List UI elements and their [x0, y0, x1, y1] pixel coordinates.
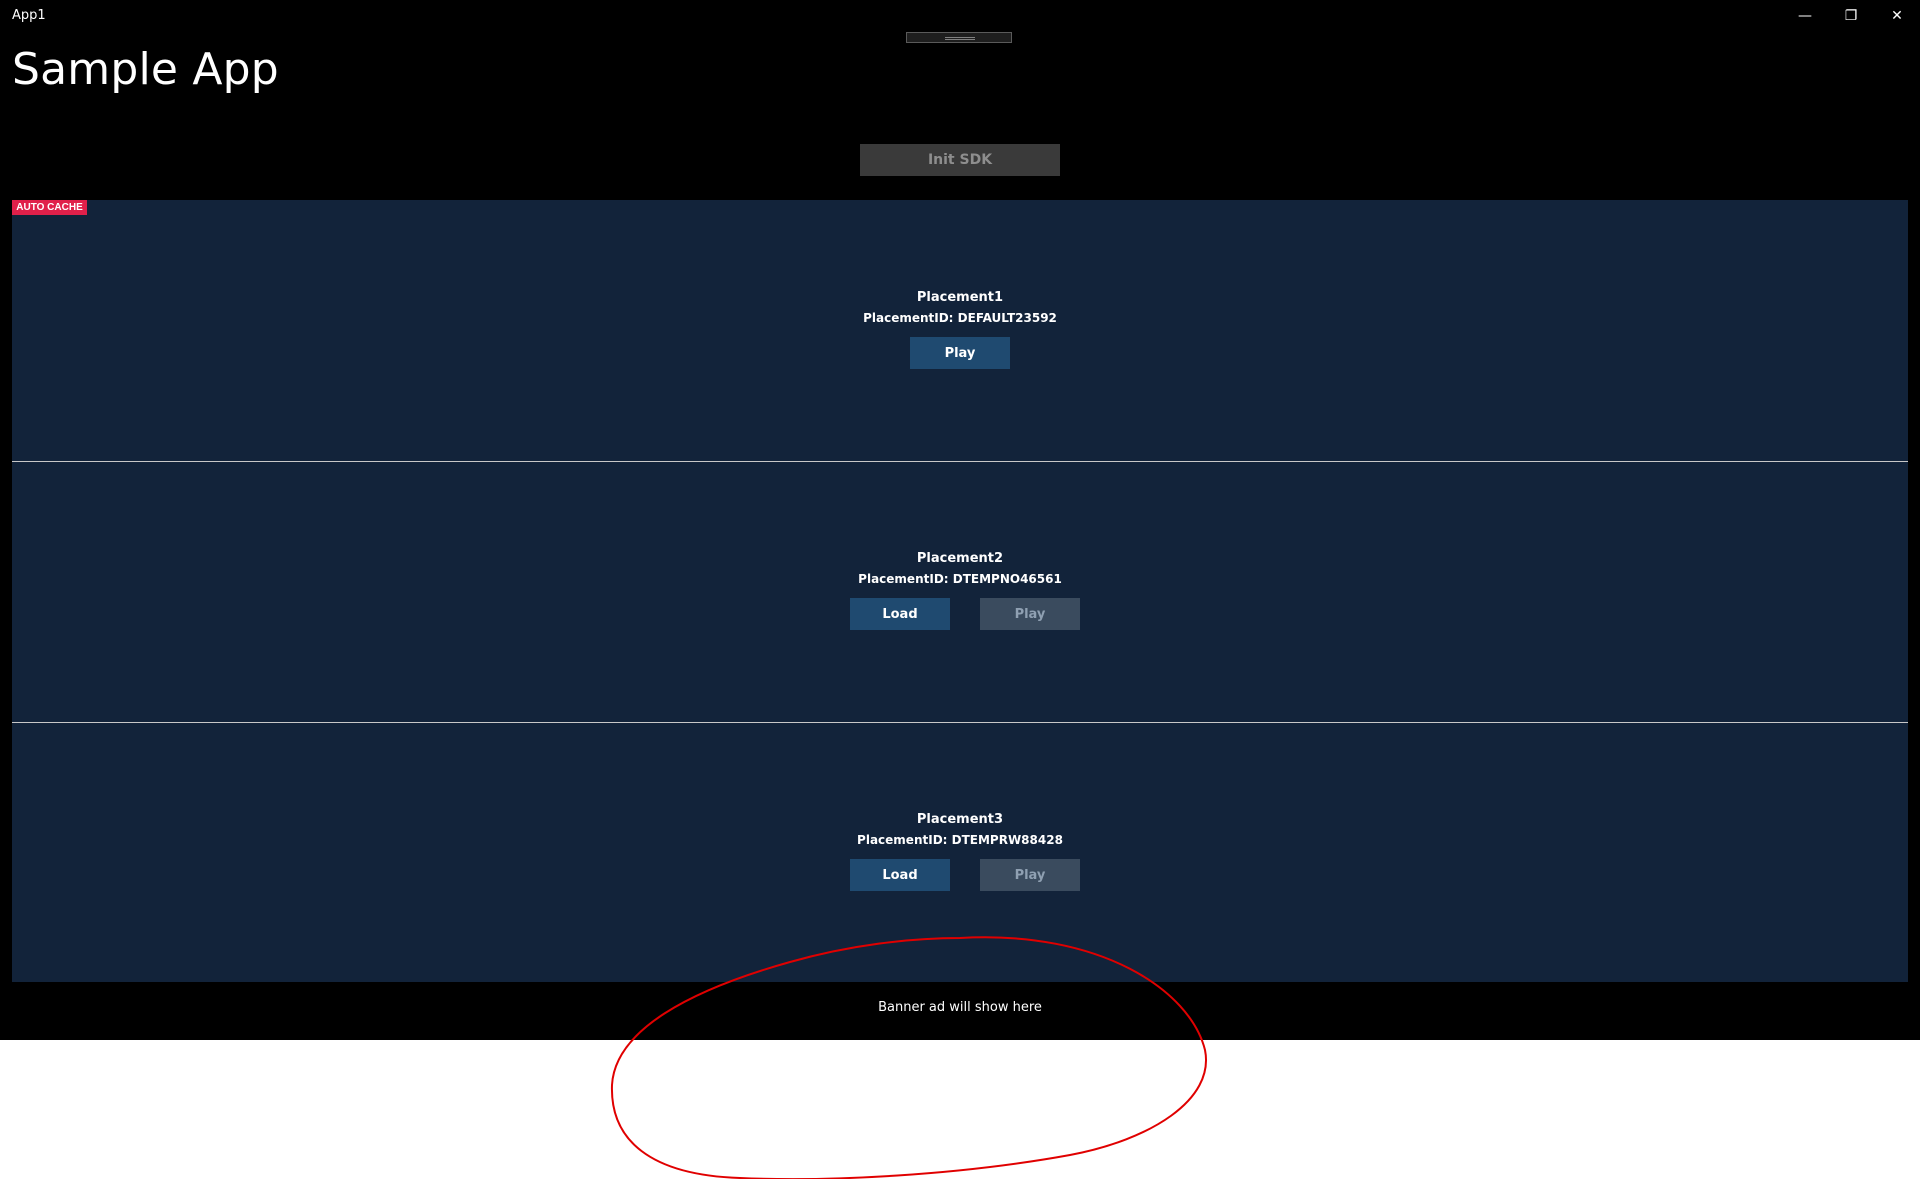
banner-placeholder-text: Banner ad will show here	[878, 1000, 1042, 1015]
play-button-disabled[interactable]: Play	[980, 598, 1080, 630]
restore-button[interactable]: ❐	[1828, 0, 1874, 32]
placement-section-2	[12, 462, 1908, 722]
placement-name: Placement1	[916, 290, 1004, 305]
minimize-button[interactable]: —	[1782, 0, 1828, 32]
page-title: Sample App	[12, 44, 279, 95]
placement-id: PlacementID: DTEMPNO46561	[858, 572, 1062, 586]
load-button[interactable]: Load	[850, 598, 950, 630]
close-button[interactable]: ✕	[1874, 0, 1920, 32]
placement-id: PlacementID: DTEMPRW88428	[857, 833, 1063, 847]
app-window: App1 — ❐ ✕ Sample App Init SDK AUTO CACH…	[0, 0, 1920, 1040]
drag-handle[interactable]	[906, 32, 1012, 43]
window-title: App1	[12, 8, 46, 23]
placement-section-1	[12, 200, 1908, 461]
placement-name: Placement3	[916, 812, 1004, 827]
load-button[interactable]: Load	[850, 859, 950, 891]
auto-cache-badge: AUTO CACHE	[12, 200, 87, 215]
minimize-icon: —	[1798, 8, 1812, 24]
play-button[interactable]: Play	[910, 337, 1010, 369]
close-icon: ✕	[1891, 8, 1903, 24]
placement-name: Placement2	[916, 551, 1004, 566]
restore-icon: ❐	[1844, 8, 1858, 24]
placement-id: PlacementID: DEFAULT23592	[863, 311, 1057, 325]
placement-section-3	[12, 723, 1908, 982]
play-button-disabled[interactable]: Play	[980, 859, 1080, 891]
init-sdk-button[interactable]: Init SDK	[860, 144, 1060, 176]
